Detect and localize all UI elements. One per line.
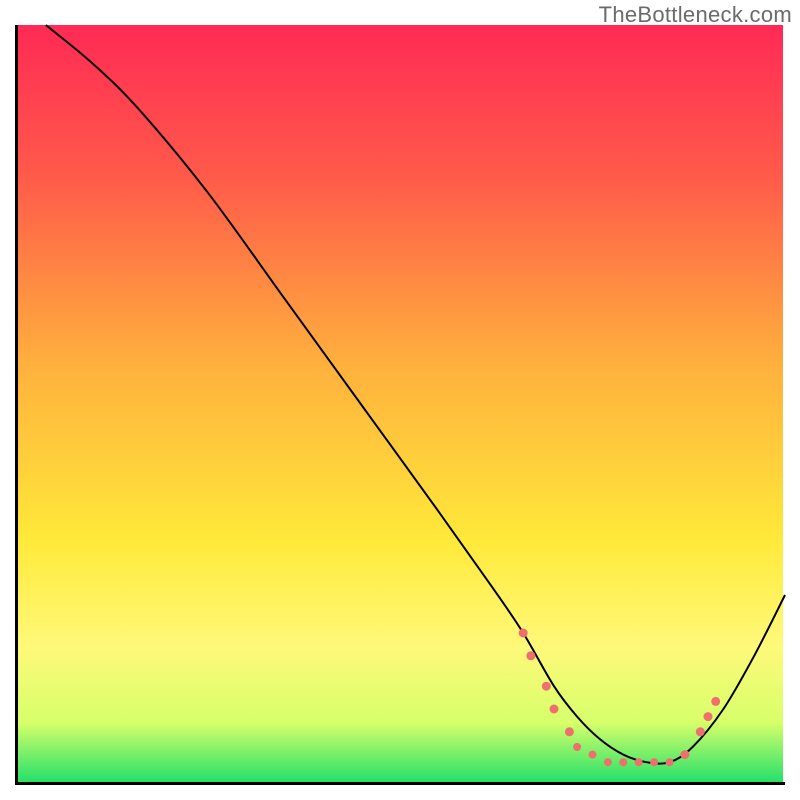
x-axis-line (15, 782, 785, 785)
marker-dot (619, 758, 627, 766)
marker-dot (635, 758, 643, 766)
marker-dot (650, 758, 658, 766)
chart-canvas: TheBottleneck.com (0, 0, 800, 800)
y-axis-line (15, 25, 18, 785)
plot-svg (15, 25, 785, 785)
marker-dot (519, 629, 528, 638)
plot-area (15, 25, 785, 785)
marker-dot (666, 758, 674, 766)
gradient-background (17, 25, 783, 783)
marker-dot (604, 758, 612, 766)
marker-dot (696, 727, 705, 736)
marker-dot (704, 712, 713, 721)
marker-dot (565, 727, 574, 736)
marker-dot (542, 682, 551, 691)
marker-dot (573, 743, 581, 751)
marker-dot (711, 697, 720, 706)
marker-dot (589, 751, 597, 759)
marker-dot (550, 705, 559, 714)
marker-dot (526, 651, 535, 660)
marker-dot (680, 750, 689, 759)
